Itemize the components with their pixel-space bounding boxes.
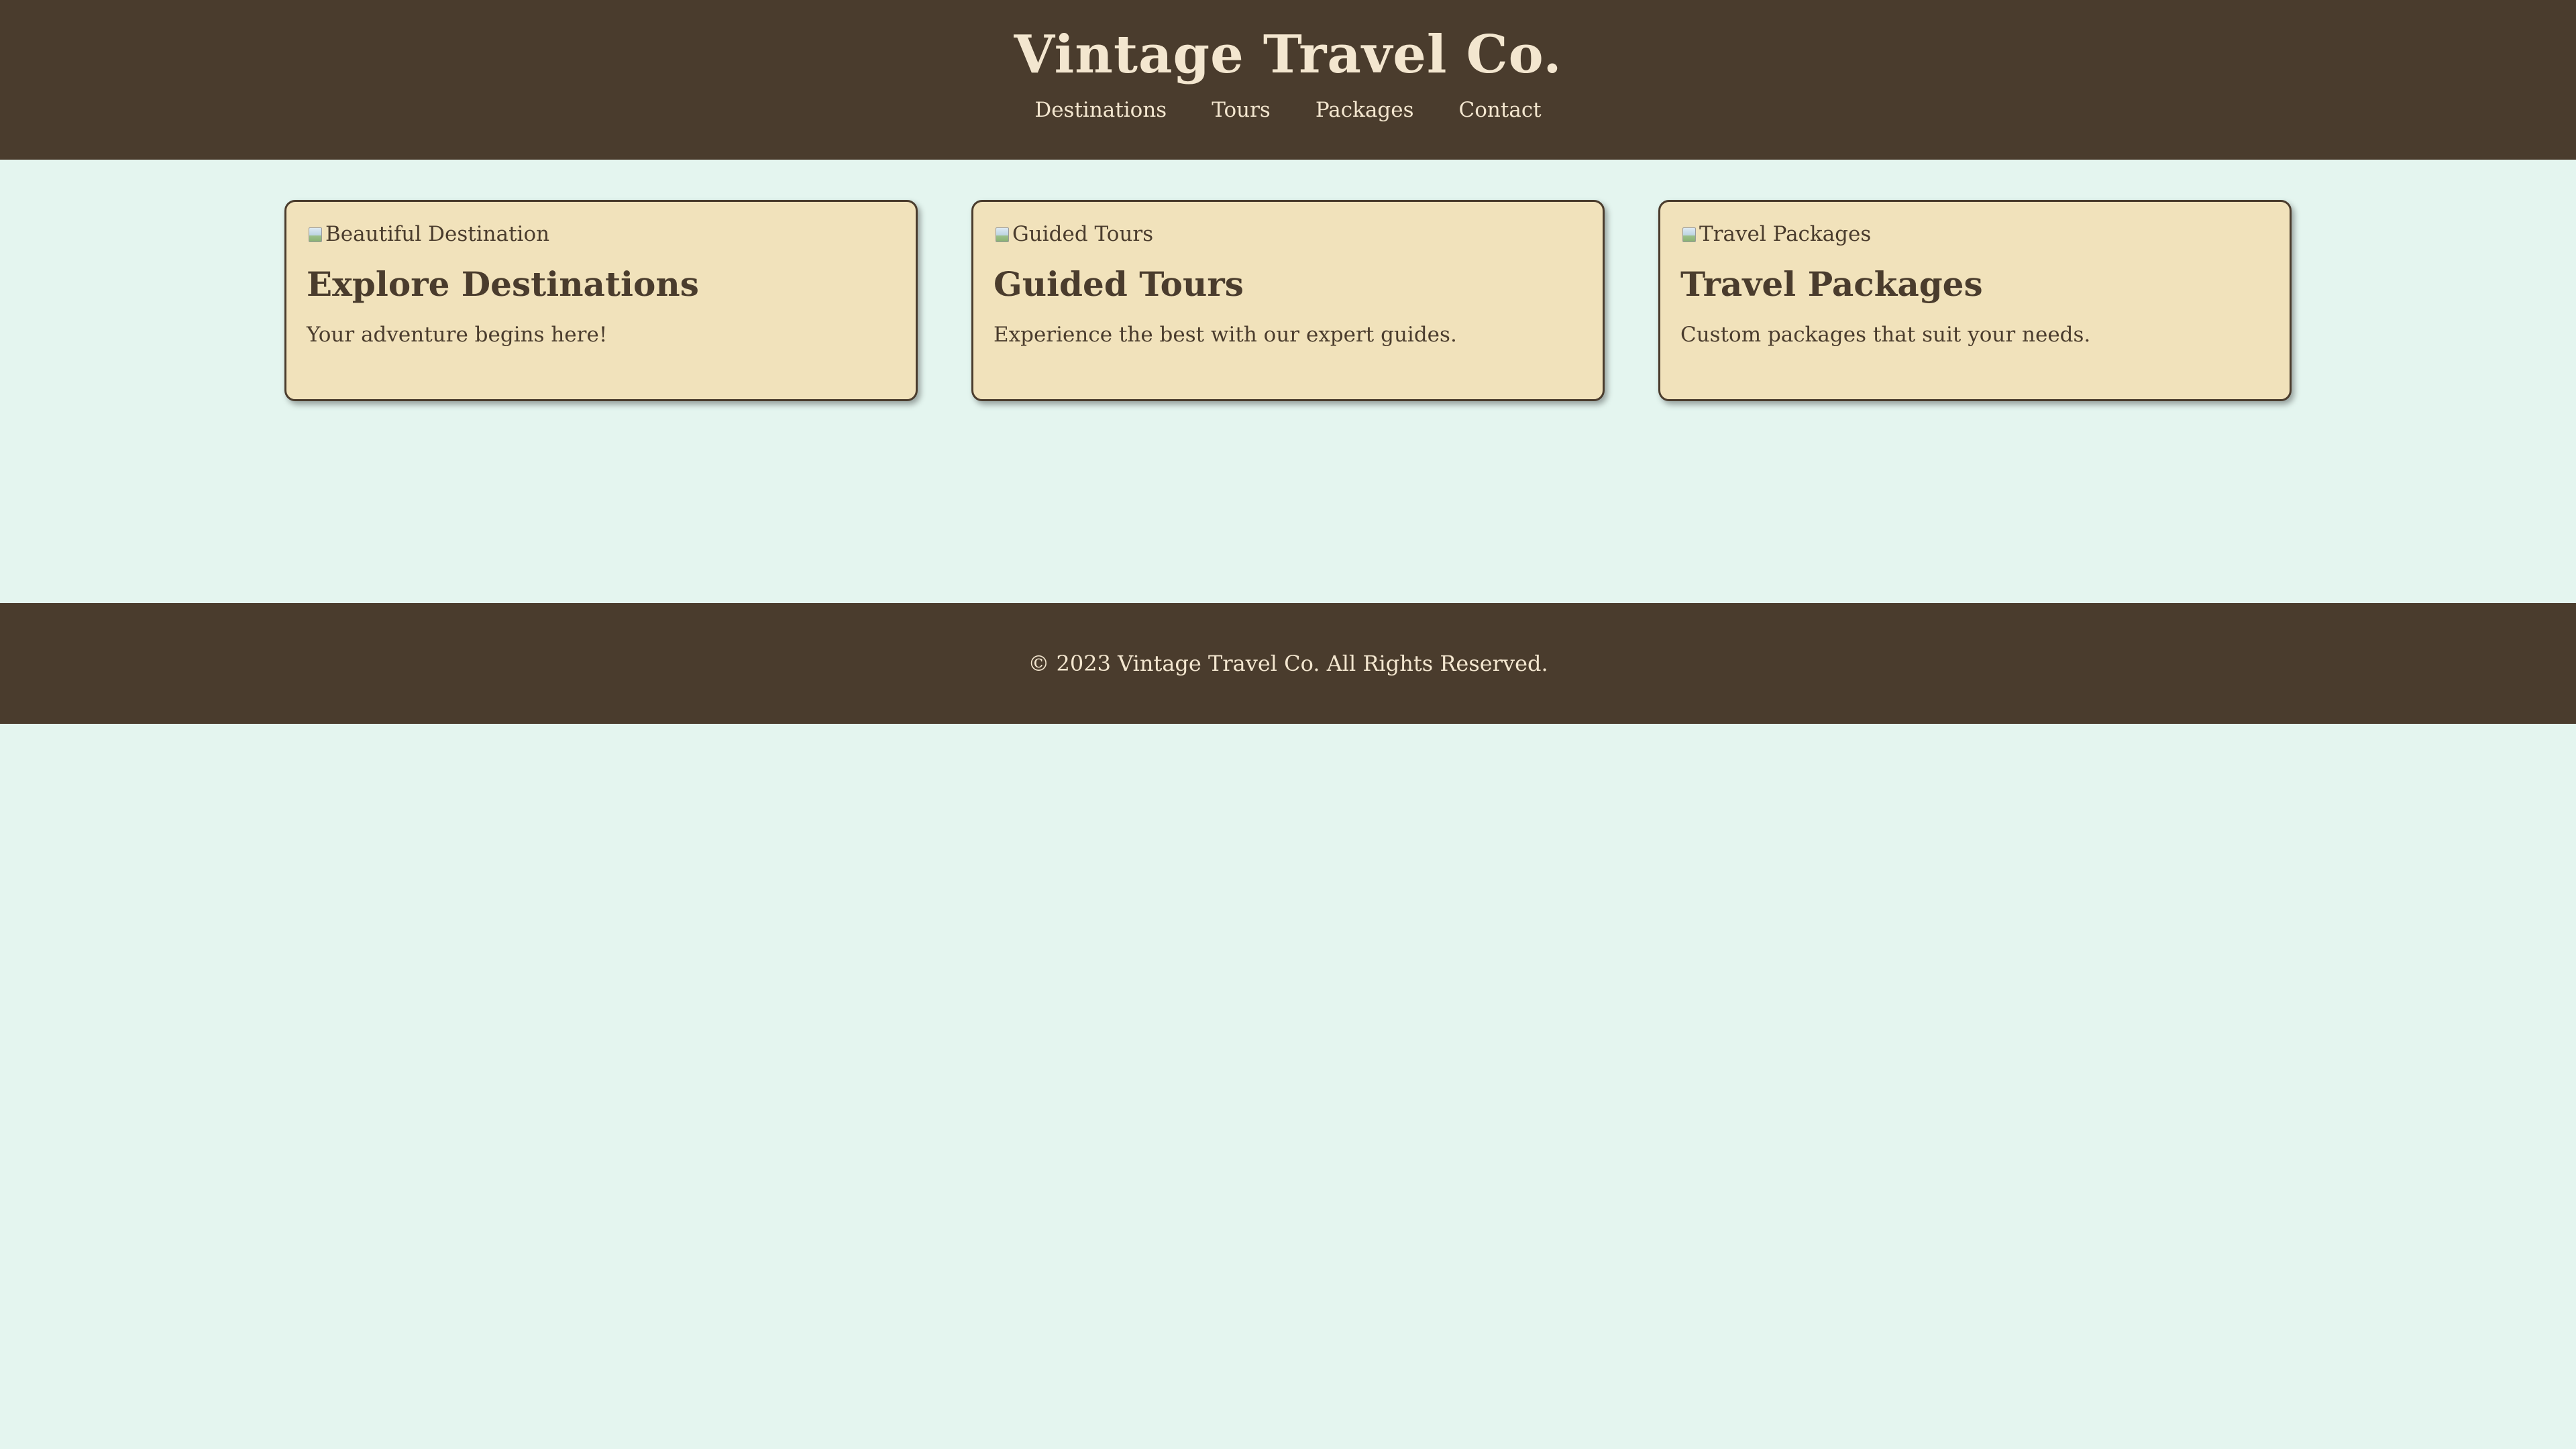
nav-link-tours[interactable]: Tours bbox=[1212, 97, 1271, 123]
card-grid: Beautiful Destination Explore Destinatio… bbox=[0, 160, 2576, 562]
site-footer: © 2023 Vintage Travel Co. All Rights Res… bbox=[0, 603, 2576, 724]
card-image-alt-text: Travel Packages bbox=[1699, 222, 1872, 246]
card-image-alt-text: Guided Tours bbox=[1012, 222, 1154, 246]
nav-link-contact[interactable]: Contact bbox=[1459, 97, 1542, 123]
card-image-alt-text: Beautiful Destination bbox=[325, 222, 550, 246]
main-nav: Destinations Tours Packages Contact bbox=[0, 97, 2576, 123]
card-text: Experience the best with our expert guid… bbox=[994, 323, 1457, 347]
card-image: Guided Tours bbox=[994, 221, 1582, 248]
card-image: Beautiful Destination bbox=[307, 221, 896, 248]
card-tours: Guided Tours Guided Tours Experience the… bbox=[971, 200, 1605, 401]
card-destinations: Beautiful Destination Explore Destinatio… bbox=[284, 200, 918, 401]
card-title: Guided Tours bbox=[994, 264, 1244, 304]
card-packages: Travel Packages Travel Packages Custom p… bbox=[1658, 200, 2292, 401]
card-image: Travel Packages bbox=[1680, 221, 2269, 248]
card-title: Travel Packages bbox=[1680, 264, 1983, 304]
broken-image-icon bbox=[1680, 225, 1698, 244]
site-title: Vintage Travel Co. bbox=[1014, 24, 1562, 85]
site-header: Vintage Travel Co. Destinations Tours Pa… bbox=[0, 0, 2576, 160]
copyright-text: © 2023 Vintage Travel Co. All Rights Res… bbox=[1028, 651, 1548, 676]
broken-image-icon bbox=[994, 225, 1011, 244]
card-text: Custom packages that suit your needs. bbox=[1680, 323, 2091, 347]
broken-image-icon bbox=[307, 225, 324, 244]
card-text: Your adventure begins here! bbox=[307, 323, 608, 347]
nav-link-packages[interactable]: Packages bbox=[1316, 97, 1414, 123]
nav-link-destinations[interactable]: Destinations bbox=[1034, 97, 1167, 123]
card-title: Explore Destinations bbox=[307, 264, 699, 304]
